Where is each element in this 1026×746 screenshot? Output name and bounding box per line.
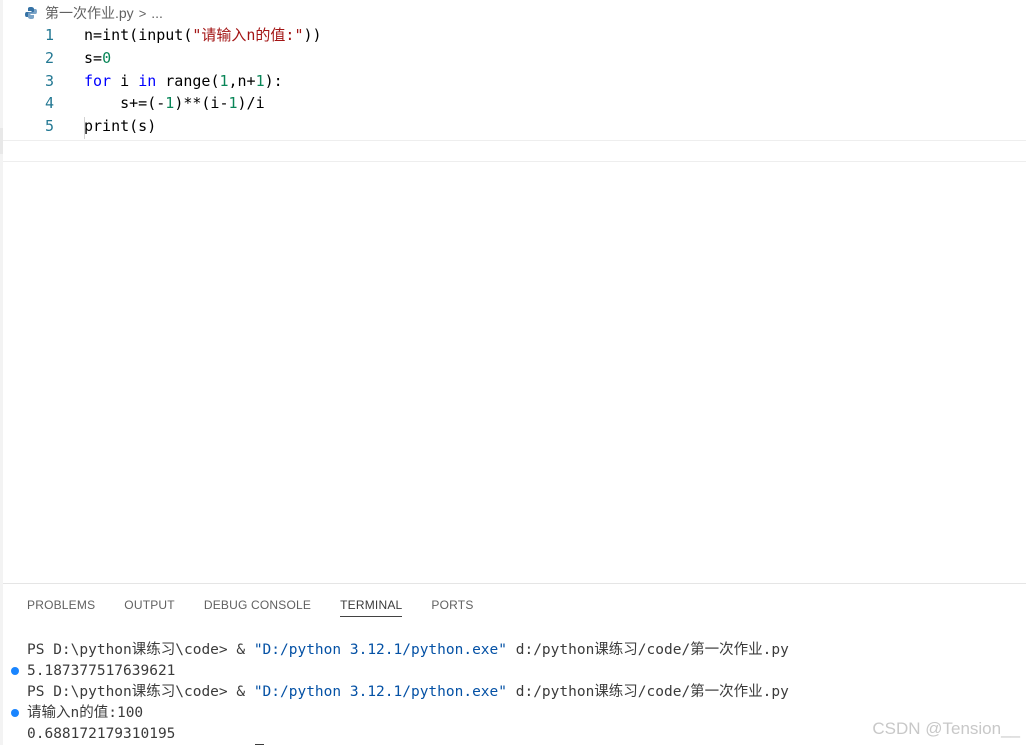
command-status-dot-icon[interactable]: [11, 667, 19, 675]
tab-terminal[interactable]: TERMINAL: [340, 598, 403, 617]
panel-tabs: PROBLEMS OUTPUT DEBUG CONSOLE TERMINAL P…: [27, 598, 474, 617]
terminal-line: PS D:\python课练习\code> & "D:/python 3.12.…: [27, 682, 789, 703]
code-token: s+=(-: [84, 94, 166, 112]
code-line: 4 s+=(-1)**(i-1)/i: [0, 92, 1026, 115]
breadcrumb: 第一次作业.py > ...: [24, 2, 163, 24]
code-token: in: [138, 72, 157, 90]
code-token: (: [129, 26, 139, 44]
code-text: print(s): [84, 115, 156, 138]
tab-debug-console[interactable]: DEBUG CONSOLE: [204, 598, 311, 617]
code-token: 1: [255, 72, 265, 90]
tab-output[interactable]: OUTPUT: [124, 598, 175, 617]
terminal-prompt: PS D:\python课练习\code> &: [27, 684, 254, 700]
code-token: n=: [84, 26, 103, 44]
code-token: )): [303, 26, 322, 44]
code-token: 1: [228, 94, 238, 112]
code-token: s=: [84, 49, 103, 67]
tab-ports[interactable]: PORTS: [431, 598, 473, 617]
tab-problems[interactable]: PROBLEMS: [27, 598, 95, 617]
watermark: CSDN @Tension__: [872, 719, 1020, 738]
terminal-exe-path: "D:/python 3.12.1/python.exe": [253, 684, 507, 700]
code-line: 1 n=int(input("请输入n的值:")): [0, 24, 1026, 47]
command-status-dot-icon[interactable]: [11, 709, 19, 717]
code-line: 2 s=0: [0, 47, 1026, 70]
terminal-script-path: d:/python课练习/code/第一次作业.py: [507, 642, 789, 658]
code-token: "请输入n的值:": [192, 26, 304, 44]
code-token: )/i: [237, 94, 265, 112]
terminal-line: 请输入n的值:100: [27, 705, 144, 721]
code-token: 1: [219, 72, 229, 90]
python-file-icon: [24, 6, 38, 20]
terminal-line: 5.187377517639621: [27, 663, 176, 679]
breadcrumb-file[interactable]: 第一次作业.py: [45, 3, 134, 23]
chevron-right-icon: >: [138, 5, 147, 21]
code-text: n=int(input("请输入n的值:")): [84, 24, 322, 47]
line-number: 5: [44, 117, 54, 135]
code-token: i: [111, 72, 139, 90]
code-token: ,n+: [228, 72, 256, 90]
code-token: 1: [165, 94, 175, 112]
code-token: 0: [102, 49, 112, 67]
line-number: 2: [44, 49, 54, 67]
terminal-exe-path: "D:/python 3.12.1/python.exe": [253, 642, 507, 658]
code-line: 5 print(s): [0, 115, 1026, 138]
breadcrumb-more[interactable]: ...: [151, 5, 163, 21]
code-line: 3 for i in range(1,n+1):: [0, 70, 1026, 93]
code-token: for: [84, 72, 112, 90]
terminal-script-path: d:/python课练习/code/第一次作业.py: [507, 684, 789, 700]
code-editor[interactable]: 1 n=int(input("请输入n的值:")) 2 s=0 3 for i in ra…: [0, 24, 1026, 584]
code-token: print: [84, 117, 130, 135]
current-line-highlight: [3, 140, 1026, 162]
code-token: (s): [129, 117, 157, 135]
terminal-prompt: PS D:\python课练习\code> &: [27, 642, 254, 658]
code-text: s+=(-1)**(i-1)/i: [84, 92, 265, 115]
code-token: int: [102, 26, 130, 44]
code-token: input: [138, 26, 184, 44]
code-text: s=0: [84, 47, 111, 70]
code-token: )**(i-: [174, 94, 229, 112]
line-number: 4: [44, 94, 54, 112]
code-token: ):: [264, 72, 283, 90]
line-number: 1: [44, 26, 54, 44]
terminal-line: 0.688172179310195: [27, 726, 176, 742]
code-text: for i in range(1,n+1):: [84, 70, 283, 93]
line-number: 3: [44, 72, 54, 90]
code-token: range: [165, 72, 211, 90]
terminal-line: PS D:\python课练习\code> & "D:/python 3.12.…: [27, 640, 789, 661]
